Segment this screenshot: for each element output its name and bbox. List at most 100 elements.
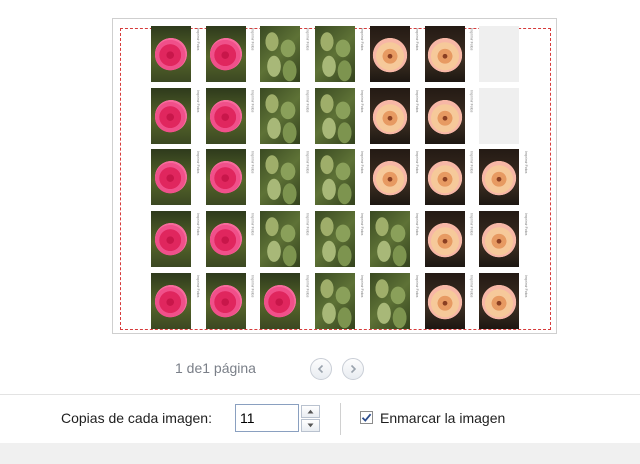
photo-thumbnail: Imprimir Fotos: [479, 149, 533, 206]
photo-image: [315, 87, 356, 144]
photo-caption: Imprimir Fotos: [414, 274, 419, 298]
photo-image: [315, 211, 356, 268]
photo-thumbnail: [479, 26, 533, 82]
photo-caption: Imprimir Fotos: [524, 274, 529, 298]
photo-thumbnail: Imprimir Fotos: [151, 26, 205, 82]
photo-thumbnail: Imprimir Fotos: [151, 211, 205, 268]
copies-decrement-button[interactable]: [301, 419, 320, 432]
photo-thumbnail: Imprimir Fotos: [315, 149, 369, 206]
next-page-button[interactable]: [342, 358, 364, 380]
photo-thumbnail: Imprimir Fotos: [260, 211, 314, 268]
photo-thumbnail: Imprimir Fotos: [151, 87, 205, 144]
photo-caption: Imprimir Fotos: [305, 28, 310, 51]
photo-caption: Imprimir Fotos: [524, 151, 529, 174]
photo-caption: Imprimir Fotos: [524, 213, 529, 236]
photo-thumbnail: Imprimir Fotos: [315, 87, 369, 144]
photo-caption: Imprimir Fotos: [305, 274, 310, 298]
photo-thumbnail: Imprimir Fotos: [369, 26, 424, 82]
page-indicator: 1 de1 página: [175, 360, 256, 376]
photo-image: [315, 272, 356, 329]
photo-image: [205, 26, 246, 82]
photo-caption: Imprimir Fotos: [469, 151, 474, 174]
photo-thumbnail: Imprimir Fotos: [479, 272, 533, 329]
photo-thumbnail: Imprimir Fotos: [260, 149, 314, 206]
photo-caption: Imprimir Fotos: [469, 274, 474, 298]
photo-caption: Imprimir Fotos: [469, 213, 474, 236]
photo-caption: Imprimir Fotos: [414, 28, 419, 51]
photo-caption: Imprimir Fotos: [414, 89, 419, 113]
photo-thumbnail: Imprimir Fotos: [315, 272, 369, 329]
photo-thumbnail: Imprimir Fotos: [205, 87, 260, 144]
chevron-right-icon: [350, 364, 357, 374]
photo-thumbnail: Imprimir Fotos: [315, 211, 369, 268]
photo-thumbnail: Imprimir Fotos: [424, 87, 479, 144]
photo-image: [424, 149, 465, 206]
photo-caption: Imprimir Fotos: [469, 89, 474, 113]
photo-caption: Imprimir Fotos: [250, 89, 255, 113]
photo-thumbnail: [479, 87, 533, 144]
photo-image: [369, 87, 410, 144]
chevron-left-icon: [317, 364, 324, 374]
photo-caption: Imprimir Fotos: [360, 213, 365, 236]
photo-image: [369, 211, 410, 268]
photo-caption: Imprimir Fotos: [360, 89, 365, 113]
photo-thumbnail: Imprimir Fotos: [260, 26, 314, 82]
photo-image: [205, 87, 246, 144]
photo-image: [260, 272, 301, 329]
photo-caption: Imprimir Fotos: [414, 213, 419, 236]
photo-thumbnail: Imprimir Fotos: [205, 26, 260, 82]
photo-thumbnail: Imprimir Fotos: [424, 211, 479, 268]
photo-caption: Imprimir Fotos: [250, 274, 255, 298]
frame-image-checkbox[interactable]: [360, 411, 373, 424]
photo-image: [260, 149, 301, 206]
empty-slot: [479, 26, 520, 82]
previous-page-button[interactable]: [310, 358, 332, 380]
photo-thumbnail: Imprimir Fotos: [369, 149, 424, 206]
print-options-toolbar: Copias de cada imagen: Enmarcar la image…: [0, 394, 640, 444]
photo-caption: Imprimir Fotos: [305, 89, 310, 113]
photo-caption: Imprimir Fotos: [196, 213, 200, 236]
photo-thumbnail: Imprimir Fotos: [205, 149, 260, 206]
frame-image-label[interactable]: Enmarcar la imagen: [380, 410, 505, 426]
photo-caption: Imprimir Fotos: [196, 274, 200, 298]
photo-image: [260, 211, 301, 268]
photo-thumbnail: Imprimir Fotos: [151, 149, 205, 206]
arrow-down-icon: [307, 423, 314, 428]
photo-caption: Imprimir Fotos: [469, 28, 474, 51]
photo-caption: Imprimir Fotos: [305, 151, 310, 174]
photo-caption: Imprimir Fotos: [360, 151, 365, 174]
photo-image: [205, 211, 246, 268]
copies-input[interactable]: [235, 404, 299, 432]
photo-caption: Imprimir Fotos: [196, 28, 200, 51]
photo-caption: Imprimir Fotos: [196, 151, 200, 174]
photo-image: [151, 272, 191, 329]
photo-thumbnail: Imprimir Fotos: [369, 211, 424, 268]
photo-caption: Imprimir Fotos: [250, 213, 255, 236]
photo-image: [315, 26, 356, 82]
photo-image: [369, 272, 410, 329]
checkmark-icon: [361, 413, 372, 422]
photo-caption: Imprimir Fotos: [250, 28, 255, 51]
photo-caption: Imprimir Fotos: [250, 151, 255, 174]
toolbar-divider: [340, 403, 341, 435]
photo-thumbnail: Imprimir Fotos: [205, 272, 260, 329]
photo-image: [424, 211, 465, 268]
copies-spinner: [301, 405, 320, 432]
photo-thumbnail: Imprimir Fotos: [369, 87, 424, 144]
photo-caption: Imprimir Fotos: [305, 213, 310, 236]
copies-label: Copias de cada imagen:: [61, 410, 212, 426]
photo-thumbnail: Imprimir Fotos: [424, 272, 479, 329]
copies-increment-button[interactable]: [301, 405, 320, 418]
photo-thumbnail: Imprimir Fotos: [205, 211, 260, 268]
photo-thumbnail: Imprimir Fotos: [369, 272, 424, 329]
photo-thumbnail: Imprimir Fotos: [151, 272, 205, 329]
photo-thumbnail: Imprimir Fotos: [479, 211, 533, 268]
photo-image: [479, 211, 520, 268]
photo-thumbnail: Imprimir Fotos: [424, 149, 479, 206]
photo-image: [479, 149, 520, 206]
photo-image: [479, 272, 520, 329]
photo-image: [151, 149, 191, 206]
photo-image: [424, 272, 465, 329]
photo-image: [369, 26, 410, 82]
photo-image: [424, 26, 465, 82]
